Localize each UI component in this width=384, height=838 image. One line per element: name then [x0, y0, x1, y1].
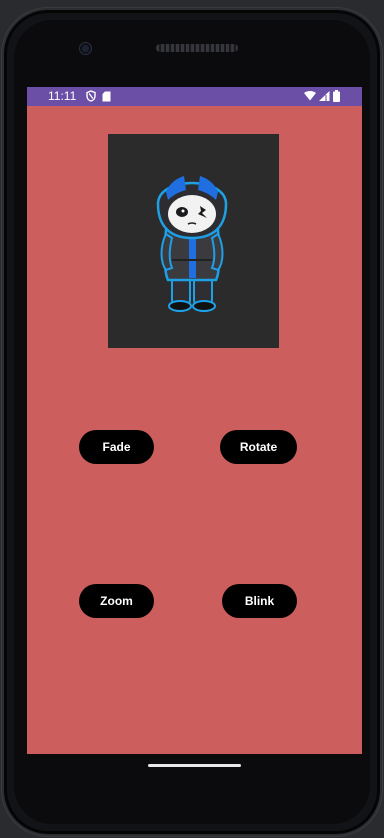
zoom-button[interactable]: Zoom	[79, 584, 154, 618]
earpiece-speaker	[156, 44, 238, 52]
sim-card-icon	[102, 91, 111, 102]
wifi-icon	[304, 91, 316, 101]
home-indicator[interactable]	[148, 764, 241, 767]
shield-icon	[86, 90, 96, 102]
status-icons-left	[86, 90, 111, 102]
status-time: 11:11	[48, 89, 77, 103]
status-bar: 11:11	[27, 87, 362, 106]
blink-button[interactable]: Blink	[222, 584, 297, 618]
character-image	[108, 134, 279, 348]
front-camera	[80, 43, 91, 54]
hooded-panda-character-icon	[156, 176, 228, 312]
fade-button[interactable]: Fade	[79, 430, 154, 464]
signal-icon	[319, 91, 330, 101]
rotate-button[interactable]: Rotate	[220, 430, 297, 464]
status-icons-right	[304, 90, 340, 102]
battery-icon	[333, 90, 340, 102]
app-screen: 11:11 Fade Rotate Zoom Blink	[27, 87, 362, 754]
